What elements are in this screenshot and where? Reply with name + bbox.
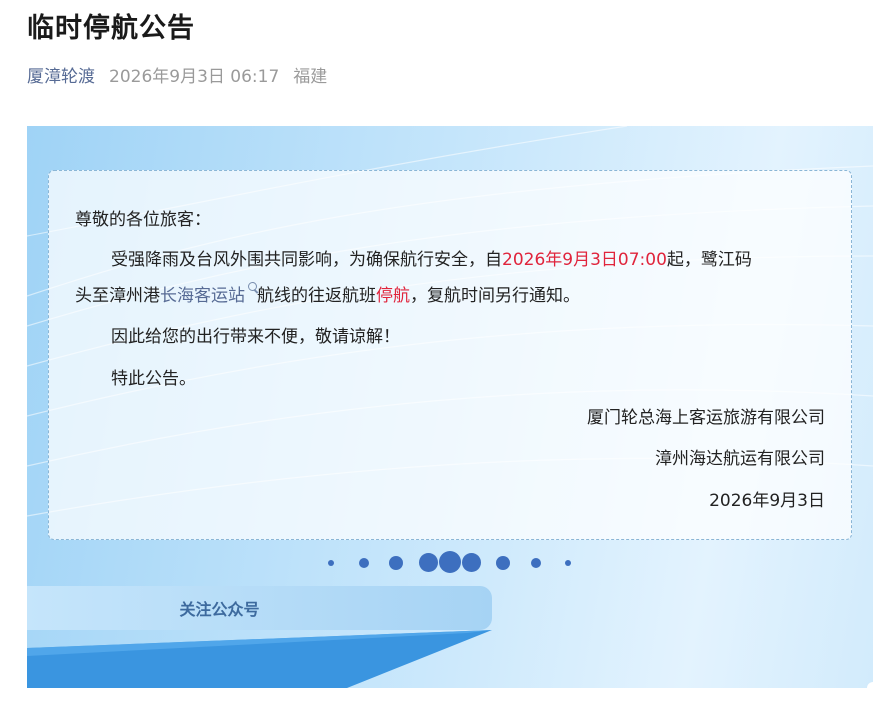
notice-text: ，复航时间另行通知。 (410, 286, 580, 306)
notice-apology: 因此给您的出行带来不便，敬请谅解！ (111, 327, 400, 347)
article-title: 临时停航公告 (27, 13, 195, 44)
dot (439, 551, 461, 573)
notice-closing: 特此公告。 (111, 369, 196, 389)
notice-poster: 尊敬的各位旅客： 受强降雨及台风外围共同影响，为确保航行安全，自2026年9月3… (27, 126, 873, 688)
notice-text: 起，鹭江码 (666, 250, 752, 270)
article-meta: 厦漳轮渡 2026年9月3日 06:17 福建 (27, 62, 327, 87)
notice-text: 头至漳州港 (75, 286, 160, 306)
suspension-highlight: 停航 (376, 286, 410, 306)
signatory-company-1: 厦门轮总海上客运旅游有限公司 (587, 408, 825, 428)
notice-card: 尊敬的各位旅客： 受强降雨及台风外围共同影响，为确保航行安全，自2026年9月3… (48, 170, 852, 540)
dot (328, 560, 334, 566)
decorative-dots (27, 551, 873, 575)
dot (531, 558, 541, 568)
terminal-search-link[interactable]: 长海客运站 (160, 286, 245, 306)
dot (462, 553, 481, 572)
publish-time: 2026年9月3日 06:17 (109, 67, 280, 87)
dot (389, 556, 403, 570)
suspension-time: 2026年9月3日07:00 (502, 250, 667, 270)
dot (359, 558, 369, 568)
publish-location: 福建 (293, 67, 328, 87)
notice-text: 航线的往返航班 (257, 286, 376, 306)
dot (496, 556, 510, 570)
notice-greeting: 尊敬的各位旅客： (75, 210, 211, 230)
notice-text: 受强降雨及台风外围共同影响，为确保航行安全，自 (111, 250, 502, 270)
follow-account-button[interactable]: 关注公众号 (27, 586, 492, 630)
dot (419, 553, 438, 572)
dot (565, 560, 571, 566)
poster-corner (867, 682, 873, 688)
notice-paragraph-line2: 头至漳州港长海客运站 航线的往返航班停航，复航时间另行通知。 (75, 281, 580, 306)
notice-paragraph-line1: 受强降雨及台风外围共同影响，为确保航行安全，自2026年9月3日07:00起，鹭… (111, 245, 752, 270)
signatory-company-2: 漳州海达航运有限公司 (655, 449, 825, 469)
account-name-link[interactable]: 厦漳轮渡 (27, 62, 95, 87)
signature-date: 2026年9月3日 (709, 491, 825, 511)
search-icon[interactable] (248, 282, 257, 291)
follow-account-label: 关注公众号 (179, 600, 260, 619)
